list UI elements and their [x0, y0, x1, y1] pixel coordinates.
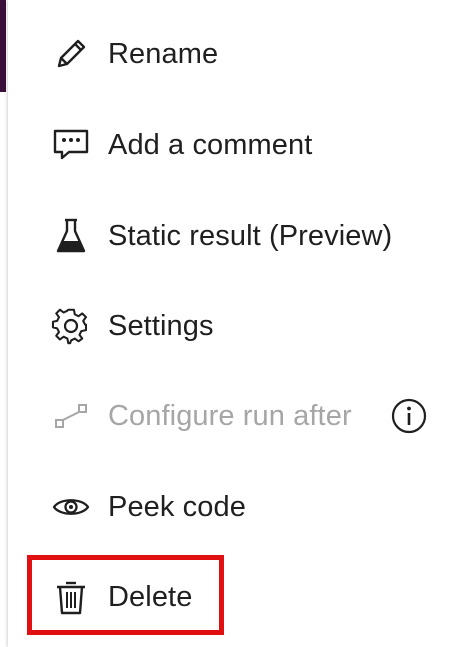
- gear-icon: [51, 306, 91, 346]
- menu-item-peek-code[interactable]: Peek code: [8, 462, 468, 552]
- menu-item-settings[interactable]: Settings: [8, 281, 468, 371]
- context-menu: Rename Add a comment Static result (Prev…: [8, 0, 468, 647]
- highlight-box: [27, 555, 224, 635]
- info-icon[interactable]: [389, 396, 429, 436]
- menu-item-label: Add a comment: [108, 128, 313, 161]
- comment-icon: [51, 125, 91, 165]
- menu-item-label: Peek code: [108, 490, 246, 523]
- eye-icon: [51, 487, 91, 527]
- menu-item-label: Rename: [108, 37, 219, 70]
- pencil-icon: [51, 34, 91, 74]
- flask-icon: [51, 216, 91, 256]
- run-after-icon: [51, 396, 91, 436]
- menu-item-rename[interactable]: Rename: [8, 9, 468, 99]
- menu-item-label: Settings: [108, 309, 214, 342]
- menu-item-configure-run-after[interactable]: Configure run after: [8, 371, 468, 461]
- context-menu-screen: Rename Add a comment Static result (Prev…: [0, 0, 468, 647]
- menu-item-label: Configure run after: [108, 399, 352, 432]
- menu-item-add-comment[interactable]: Add a comment: [8, 100, 468, 190]
- background-accent-strip: [0, 0, 6, 92]
- menu-item-label: Static result (Preview): [108, 219, 393, 252]
- menu-item-static-result[interactable]: Static result (Preview): [8, 191, 468, 281]
